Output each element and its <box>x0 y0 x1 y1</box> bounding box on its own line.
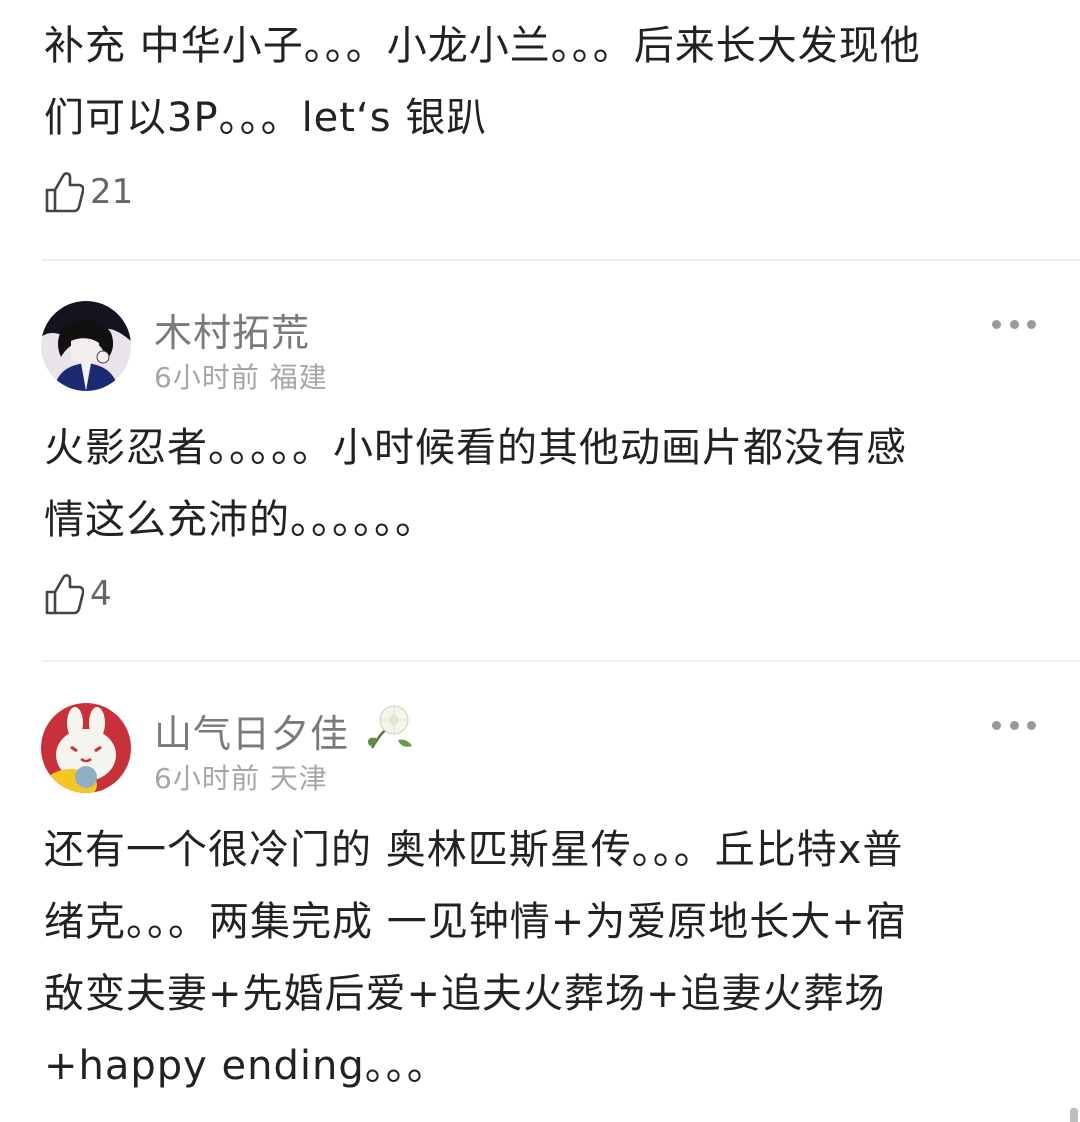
username[interactable]: 木村拓荒 <box>154 302 310 357</box>
comment-text: 还有一个很冷门的 奥林匹斯星传。。。丘比特x普 绪克。。。两集完成 一见钟情+为… <box>44 827 907 1089</box>
comment-text: 火影忍者。。。。。小时候看的其他动画片都没有感 情这么充沛的。。。。。。 <box>44 425 907 543</box>
dot-icon <box>992 319 1001 329</box>
timestamp: 6小时前 <box>154 361 260 394</box>
dot-icon <box>1027 319 1036 329</box>
like-count: 4 <box>90 574 112 614</box>
like-count: 21 <box>90 172 134 212</box>
dot-icon <box>1009 319 1019 329</box>
comment-meta: 6小时前 天津 <box>154 757 328 797</box>
thumbs-up-icon <box>45 172 84 213</box>
avatar[interactable] <box>41 703 131 793</box>
flower-badge-icon <box>368 705 412 749</box>
location: 福建 <box>269 361 328 394</box>
timestamp: 6小时前 <box>154 762 260 795</box>
dot-icon <box>1027 720 1036 730</box>
comment-meta: 6小时前 福建 <box>154 356 328 396</box>
comment-text: 补充 中华小子。。。小龙小兰。。。后来长大发现他 们可以3P。。。let‘s 银… <box>44 23 921 141</box>
more-options-button[interactable] <box>992 314 1036 334</box>
dot-icon <box>1009 720 1019 730</box>
more-options-button[interactable] <box>992 715 1036 735</box>
like-button[interactable]: 21 <box>44 170 133 214</box>
thumbs-up-icon <box>45 574 84 615</box>
dot-icon <box>992 720 1001 730</box>
divider <box>42 259 1080 261</box>
scrollbar-thumb[interactable] <box>1070 1108 1078 1122</box>
divider <box>42 660 1080 662</box>
location: 天津 <box>269 762 328 795</box>
username[interactable]: 山气日夕佳 <box>154 703 349 758</box>
rabbit-avatar <box>41 703 131 793</box>
like-button[interactable]: 4 <box>44 572 112 616</box>
avatar[interactable] <box>41 301 131 391</box>
anime-boy-avatar <box>41 301 131 391</box>
